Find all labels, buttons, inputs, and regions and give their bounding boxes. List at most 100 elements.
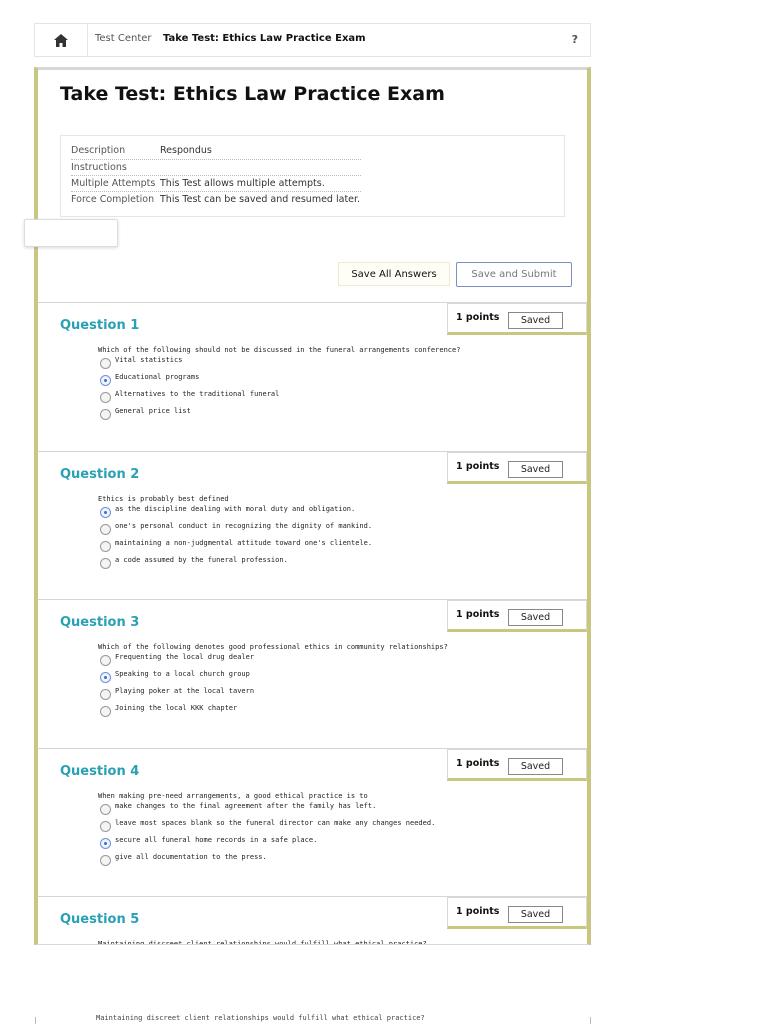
radio-selected-icon[interactable] bbox=[100, 375, 111, 386]
radio-icon[interactable] bbox=[100, 524, 111, 535]
answer-option-label: Playing poker at the local tavern bbox=[115, 687, 255, 695]
answer-option-label: Speaking to a local church group bbox=[115, 670, 250, 678]
answer-option[interactable]: Vital statistics bbox=[100, 356, 183, 369]
answer-option-label: make changes to the final agreement afte… bbox=[115, 802, 377, 810]
question-block: Question 4 1 points Saved When making pre-n… bbox=[38, 748, 587, 897]
radio-icon[interactable] bbox=[100, 558, 111, 569]
question-text: Ethics is probably best defined bbox=[98, 495, 229, 503]
saved-status-button[interactable]: Saved bbox=[508, 312, 563, 329]
radio-icon[interactable] bbox=[100, 855, 111, 866]
points-box: 1 points Saved bbox=[447, 452, 587, 484]
saved-status-button[interactable]: Saved bbox=[508, 758, 563, 775]
answer-option[interactable]: secure all funeral home records in a saf… bbox=[100, 836, 318, 849]
home-icon bbox=[54, 33, 68, 47]
radio-icon[interactable] bbox=[100, 804, 111, 815]
answer-option-label: General price list bbox=[115, 407, 191, 415]
points-box: 1 points Saved bbox=[447, 749, 587, 781]
question-text: Which of the following should not be dis… bbox=[98, 346, 461, 354]
question-text: Maintaining discreet client relationship… bbox=[98, 940, 427, 945]
answer-option[interactable]: leave most spaces blank so the funeral d… bbox=[100, 819, 436, 832]
detail-divider bbox=[71, 191, 361, 192]
answer-option[interactable]: maintaining a non-judgmental attitude to… bbox=[100, 539, 373, 552]
floating-panel bbox=[24, 219, 118, 247]
saved-status-button[interactable]: Saved bbox=[508, 609, 563, 626]
home-button[interactable] bbox=[35, 24, 88, 56]
detail-row-force-completion: Force Completion This Test can be saved a… bbox=[71, 194, 361, 205]
points-label: 1 points bbox=[456, 609, 500, 620]
points-label: 1 points bbox=[456, 461, 500, 472]
answer-option[interactable]: Educational programs bbox=[100, 373, 200, 386]
radio-icon[interactable] bbox=[100, 358, 111, 369]
points-label: 1 points bbox=[456, 312, 500, 323]
answer-option[interactable]: give all documentation to the press. bbox=[100, 853, 267, 866]
answer-option-label: one's personal conduct in recognizing th… bbox=[115, 522, 373, 530]
points-box: 1 points Saved bbox=[447, 303, 587, 335]
radio-selected-icon[interactable] bbox=[100, 507, 111, 518]
test-details: Description Respondus Instructions Multip… bbox=[60, 135, 565, 217]
breadcrumb-test-center[interactable]: Test Center bbox=[95, 33, 152, 44]
answer-option-label: as the discipline dealing with moral dut… bbox=[115, 505, 356, 513]
test-panel: Take Test: Ethics Law Practice Exam Desc… bbox=[34, 67, 591, 945]
question-block: Question 2 1 points Saved Ethics is probabl… bbox=[38, 451, 587, 600]
points-label: 1 points bbox=[456, 758, 500, 769]
page-title: Take Test: Ethics Law Practice Exam bbox=[60, 83, 445, 105]
question-text: When making pre-need arrangements, a goo… bbox=[98, 792, 368, 800]
question-block: Question 5 1 points Saved Maintaining discr… bbox=[38, 896, 587, 945]
answer-option-label: Alternatives to the traditional funeral bbox=[115, 390, 280, 398]
answer-option[interactable]: a code assumed by the funeral profession… bbox=[100, 556, 288, 569]
question-5-text-repeat: Maintaining discreet client relationship… bbox=[96, 1014, 425, 1022]
answer-option-label: Frequenting the local drug dealer bbox=[115, 653, 255, 661]
radio-icon[interactable] bbox=[100, 655, 111, 666]
answer-option[interactable]: Joining the local KKK chapter bbox=[100, 704, 238, 717]
answer-option[interactable]: as the discipline dealing with moral dut… bbox=[100, 505, 356, 518]
radio-icon[interactable] bbox=[100, 821, 111, 832]
edge-tick bbox=[35, 1017, 36, 1024]
question-text: Which of the following denotes good prof… bbox=[98, 643, 448, 651]
panel-top-border bbox=[38, 68, 587, 70]
question-title: Question 3 bbox=[60, 615, 140, 630]
radio-icon[interactable] bbox=[100, 392, 111, 403]
radio-icon[interactable] bbox=[100, 409, 111, 420]
question-title: Question 5 bbox=[60, 912, 140, 927]
answer-option[interactable]: Speaking to a local church group bbox=[100, 670, 250, 683]
breadcrumb-bar: Test Center Take Test: Ethics Law Practi… bbox=[34, 23, 591, 57]
answer-option-label: Vital statistics bbox=[115, 356, 183, 364]
answer-option-label: Educational programs bbox=[115, 373, 200, 381]
breadcrumb-current: Take Test: Ethics Law Practice Exam bbox=[163, 33, 366, 44]
answer-option[interactable]: General price list bbox=[100, 407, 191, 420]
question-title: Question 4 bbox=[60, 764, 140, 779]
answer-option-label: Joining the local KKK chapter bbox=[115, 704, 238, 712]
answer-option-label: leave most spaces blank so the funeral d… bbox=[115, 819, 436, 827]
radio-selected-icon[interactable] bbox=[100, 838, 111, 849]
help-button[interactable]: ? bbox=[572, 33, 578, 46]
question-block: Question 1 1 points Saved Which of the foll… bbox=[38, 302, 587, 451]
detail-row-description: Description Respondus bbox=[71, 145, 212, 156]
answer-option[interactable]: Playing poker at the local tavern bbox=[100, 687, 255, 700]
points-label: 1 points bbox=[456, 906, 500, 917]
answer-option[interactable]: one's personal conduct in recognizing th… bbox=[100, 522, 373, 535]
answer-option-label: maintaining a non-judgmental attitude to… bbox=[115, 539, 373, 547]
radio-icon[interactable] bbox=[100, 541, 111, 552]
radio-icon[interactable] bbox=[100, 689, 111, 700]
answer-option-label: secure all funeral home records in a saf… bbox=[115, 836, 318, 844]
answer-option[interactable]: Frequenting the local drug dealer bbox=[100, 653, 255, 666]
radio-selected-icon[interactable] bbox=[100, 672, 111, 683]
question-title: Question 1 bbox=[60, 318, 140, 333]
save-and-submit-button[interactable]: Save and Submit bbox=[456, 262, 572, 287]
answer-option[interactable]: Alternatives to the traditional funeral bbox=[100, 390, 280, 403]
edge-tick bbox=[590, 1017, 591, 1024]
question-block: Question 3 1 points Saved Which of the foll… bbox=[38, 599, 587, 748]
answer-option[interactable]: make changes to the final agreement afte… bbox=[100, 802, 377, 815]
save-all-answers-button[interactable]: Save All Answers bbox=[338, 262, 450, 286]
radio-icon[interactable] bbox=[100, 706, 111, 717]
answer-option-label: a code assumed by the funeral profession… bbox=[115, 556, 288, 564]
detail-row-instructions: Instructions bbox=[71, 162, 127, 173]
question-title: Question 2 bbox=[60, 467, 140, 482]
points-box: 1 points Saved bbox=[447, 897, 587, 929]
saved-status-button[interactable]: Saved bbox=[508, 906, 563, 923]
detail-divider bbox=[71, 175, 361, 176]
points-box: 1 points Saved bbox=[447, 600, 587, 632]
detail-row-multiple-attempts: Multiple Attempts This Test allows multip… bbox=[71, 178, 325, 189]
answer-option-label: give all documentation to the press. bbox=[115, 853, 267, 861]
saved-status-button[interactable]: Saved bbox=[508, 461, 563, 478]
